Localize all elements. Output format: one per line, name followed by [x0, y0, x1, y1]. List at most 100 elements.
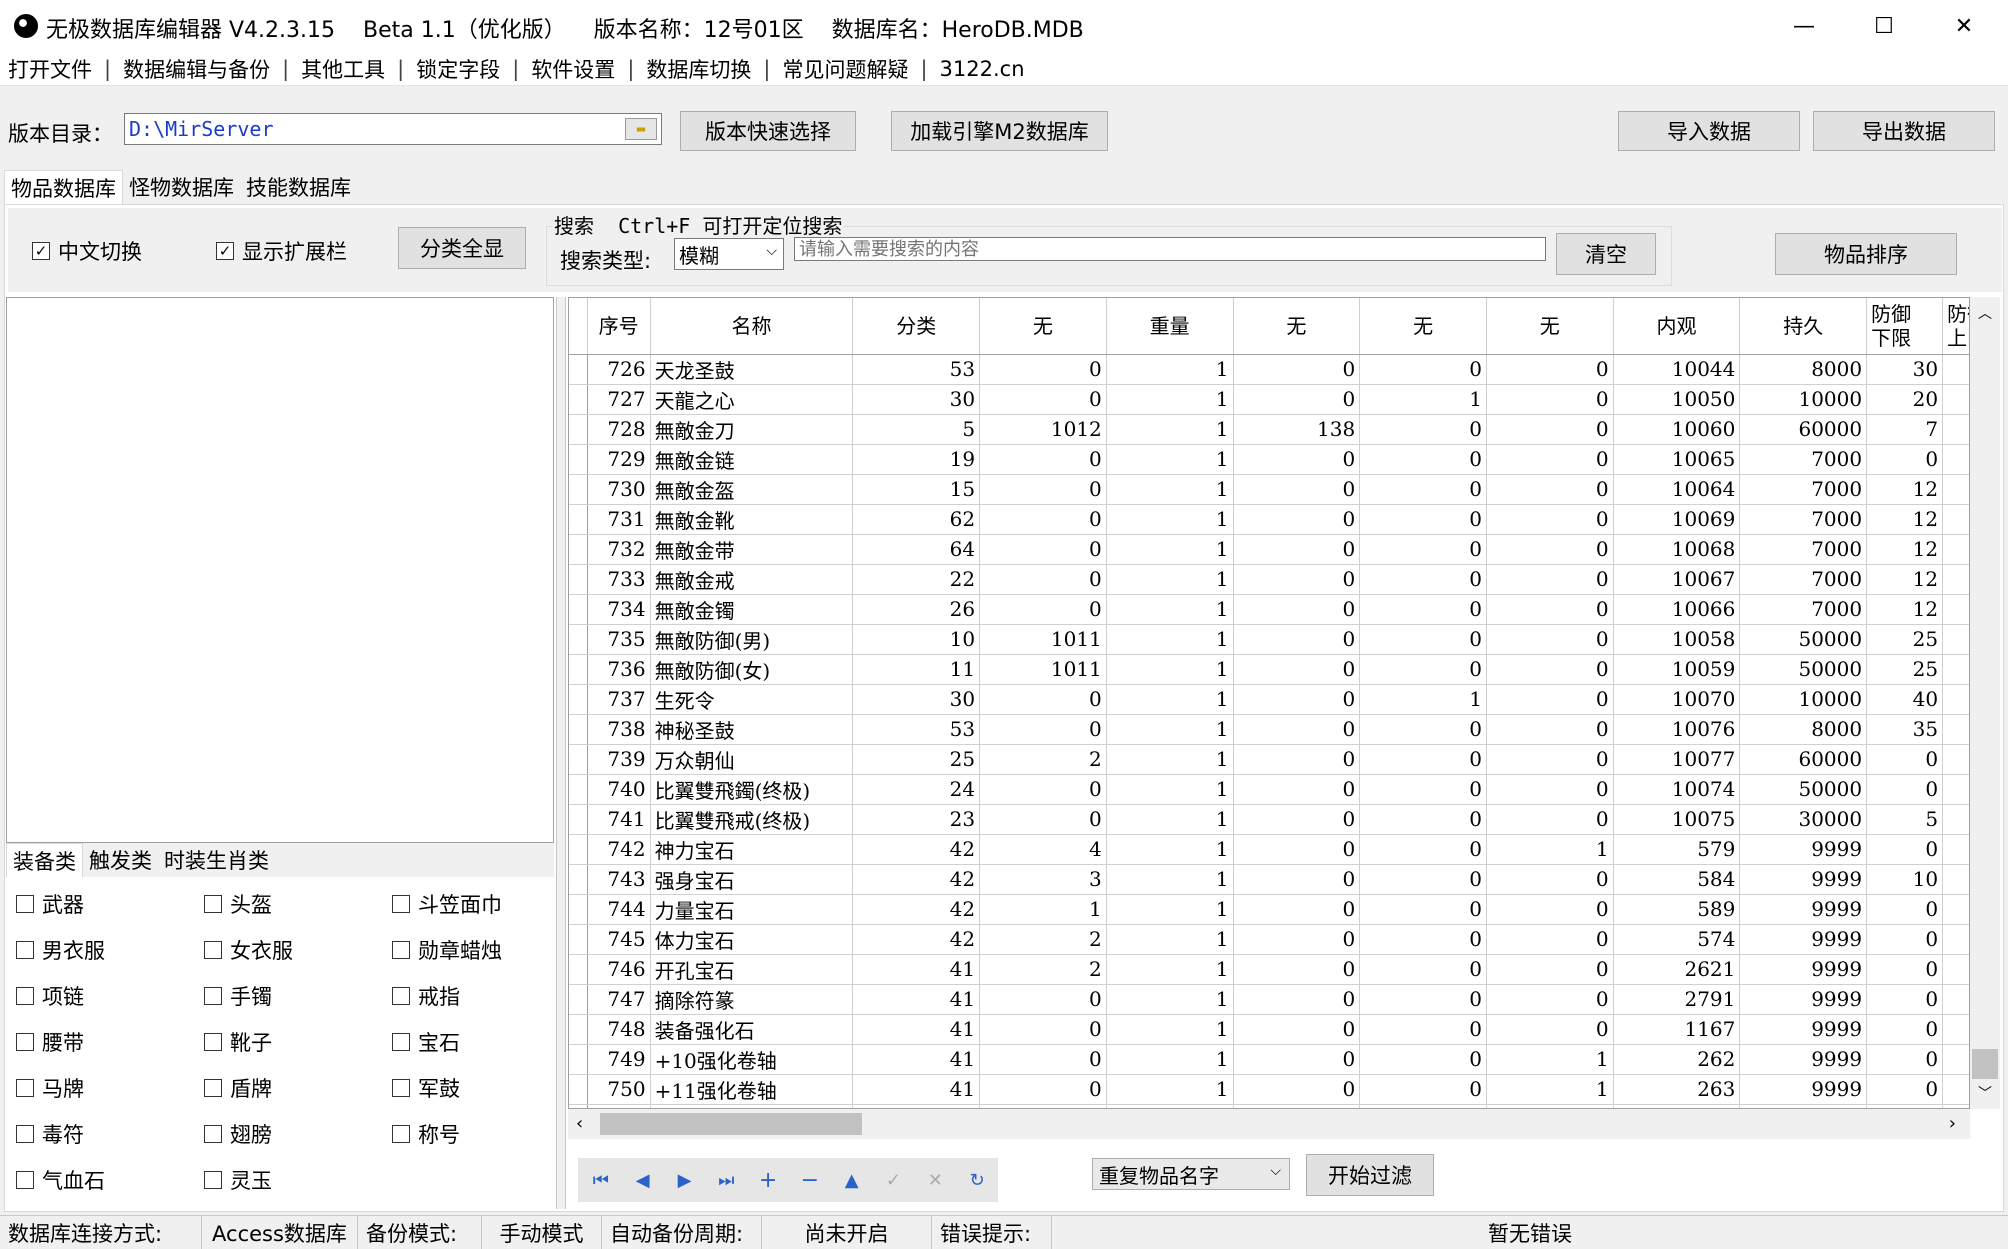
- table-cell[interactable]: 0: [979, 594, 1107, 625]
- table-cell[interactable]: 42: [852, 864, 981, 895]
- table-cell[interactable]: 10058: [1613, 624, 1741, 655]
- table-row[interactable]: 738 神秘圣鼓 53 0 1 0 0 0 10076 8000 35: [569, 714, 1969, 745]
- table-cell[interactable]: 12: [1866, 594, 1944, 625]
- table-cell[interactable]: 0: [1359, 1014, 1487, 1045]
- table-cell[interactable]: 9999: [1739, 894, 1868, 925]
- sort-button[interactable]: 物品排序: [1775, 233, 1957, 275]
- table-cell[interactable]: 万众朝仙: [650, 744, 854, 775]
- table-cell[interactable]: [1942, 894, 1969, 925]
- table-cell[interactable]: 無敵金戒: [650, 564, 854, 595]
- table-cell[interactable]: 25: [1866, 654, 1944, 685]
- table-row[interactable]: 726 天龙圣鼓 53 0 1 0 0 0 10044 8000 30: [569, 354, 1969, 385]
- table-cell[interactable]: 10066: [1613, 594, 1741, 625]
- table-cell[interactable]: 1: [1106, 774, 1234, 805]
- row-header[interactable]: [569, 714, 588, 745]
- table-row[interactable]: 746 开孔宝石 41 2 1 0 0 0 2621 9999 0: [569, 954, 1969, 985]
- table-cell[interactable]: 1: [979, 894, 1107, 925]
- table-cell[interactable]: 0: [1233, 534, 1361, 565]
- table-cell[interactable]: 0: [979, 1044, 1107, 1075]
- chevron-down-icon[interactable]: ﹀: [1978, 1083, 1992, 1103]
- table-cell[interactable]: 7000: [1739, 534, 1868, 565]
- table-cell[interactable]: 1: [1486, 1074, 1614, 1105]
- cat-helmet[interactable]: 头盔: [204, 889, 392, 919]
- table-cell[interactable]: 1012: [979, 414, 1107, 445]
- table-cell[interactable]: 22: [852, 564, 981, 595]
- table-cell[interactable]: 装备强化石: [650, 1014, 854, 1045]
- table-cell[interactable]: 731: [587, 504, 651, 535]
- table-cell[interactable]: 0: [1486, 864, 1614, 895]
- table-cell[interactable]: 1: [1106, 834, 1234, 865]
- table-cell[interactable]: 0: [1359, 1044, 1487, 1075]
- export-button[interactable]: 导出数据: [1813, 111, 1995, 151]
- table-cell[interactable]: 736: [587, 654, 651, 685]
- table-cell[interactable]: 0: [1359, 714, 1487, 745]
- table-cell[interactable]: 0: [1233, 684, 1361, 715]
- table-cell[interactable]: 12: [1866, 474, 1944, 505]
- h-scroll-thumb[interactable]: [600, 1113, 862, 1135]
- tab-items[interactable]: 物品数据库: [4, 170, 123, 204]
- row-header[interactable]: [569, 954, 588, 985]
- show-ext-checkbox[interactable]: ✓ 显示扩展栏: [216, 236, 347, 266]
- table-cell[interactable]: 53: [852, 714, 981, 745]
- table-cell[interactable]: 0: [1233, 1014, 1361, 1045]
- table-cell[interactable]: 2: [979, 744, 1107, 775]
- table-row[interactable]: 739 万众朝仙 25 2 1 0 0 0 10077 60000 0: [569, 744, 1969, 775]
- table-cell[interactable]: [1942, 924, 1969, 955]
- vertical-scrollbar[interactable]: ︿ ﹀: [1970, 297, 2000, 1109]
- column-header[interactable]: 序号: [587, 298, 651, 355]
- table-cell[interactable]: 無敵金靴: [650, 504, 854, 535]
- table-cell[interactable]: [1942, 684, 1969, 715]
- table-cell[interactable]: 無敵金链: [650, 444, 854, 475]
- table-cell[interactable]: 740: [587, 774, 651, 805]
- cat-female-clothes[interactable]: 女衣服: [204, 935, 392, 965]
- table-row[interactable]: 744 力量宝石 42 1 1 0 0 0 589 9999 0: [569, 894, 1969, 925]
- table-cell[interactable]: 25: [852, 744, 981, 775]
- table-cell[interactable]: 1: [1486, 834, 1614, 865]
- table-cell[interactable]: 天龍之心: [650, 384, 854, 415]
- cat-bracelet[interactable]: 手镯: [204, 981, 392, 1011]
- table-cell[interactable]: +11强化卷轴: [650, 1074, 854, 1105]
- table-cell[interactable]: 比翼雙飛戒(终极): [650, 804, 854, 835]
- table-cell[interactable]: 1: [1106, 354, 1234, 385]
- table-cell[interactable]: [1942, 1044, 1969, 1075]
- table-cell[interactable]: 0: [1866, 444, 1944, 475]
- table-cell[interactable]: 0: [1233, 714, 1361, 745]
- table-cell[interactable]: 0: [979, 684, 1107, 715]
- table-cell[interactable]: 0: [1866, 924, 1944, 955]
- table-cell[interactable]: 1: [1106, 624, 1234, 655]
- table-cell[interactable]: 0: [1359, 654, 1487, 685]
- table-cell[interactable]: 無敵金盔: [650, 474, 854, 505]
- table-cell[interactable]: +10强化卷轴: [650, 1044, 854, 1075]
- table-cell[interactable]: 742: [587, 834, 651, 865]
- table-cell[interactable]: 神力宝石: [650, 834, 854, 865]
- table-cell[interactable]: 0: [1866, 834, 1944, 865]
- table-cell[interactable]: 138: [1233, 414, 1361, 445]
- table-cell[interactable]: 1: [1106, 804, 1234, 835]
- table-cell[interactable]: 739: [587, 744, 651, 775]
- chevron-up-icon[interactable]: ︿: [1978, 303, 1992, 323]
- table-cell[interactable]: 584: [1613, 864, 1741, 895]
- table-cell[interactable]: 41: [852, 984, 981, 1015]
- table-cell[interactable]: 0: [979, 384, 1107, 415]
- table-cell[interactable]: 12: [1866, 564, 1944, 595]
- table-row[interactable]: 743 强身宝石 42 3 1 0 0 0 584 9999 10: [569, 864, 1969, 895]
- table-cell[interactable]: 0: [1866, 1074, 1944, 1105]
- menu-website[interactable]: 3122.cn: [940, 57, 1025, 81]
- table-row[interactable]: 748 装备强化石 41 0 1 0 0 0 1167 9999 0: [569, 1014, 1969, 1045]
- delete-record-icon[interactable]: −: [789, 1159, 831, 1201]
- table-cell[interactable]: 7000: [1739, 474, 1868, 505]
- table-cell[interactable]: 1: [1106, 864, 1234, 895]
- table-cell[interactable]: [1942, 744, 1969, 775]
- table-cell[interactable]: 7000: [1739, 504, 1868, 535]
- cat-poison[interactable]: 毒符: [16, 1119, 204, 1149]
- table-cell[interactable]: 0: [1233, 984, 1361, 1015]
- table-cell[interactable]: 1011: [979, 654, 1107, 685]
- row-header[interactable]: [569, 744, 588, 775]
- table-row[interactable]: 733 無敵金戒 22 0 1 0 0 0 10067 7000 12: [569, 564, 1969, 595]
- table-cell[interactable]: 747: [587, 984, 651, 1015]
- table-cell[interactable]: 0: [1233, 924, 1361, 955]
- row-header[interactable]: [569, 864, 588, 895]
- table-cell[interactable]: 15: [852, 474, 981, 505]
- table-cell[interactable]: 263: [1613, 1074, 1741, 1105]
- table-cell[interactable]: [1942, 444, 1969, 475]
